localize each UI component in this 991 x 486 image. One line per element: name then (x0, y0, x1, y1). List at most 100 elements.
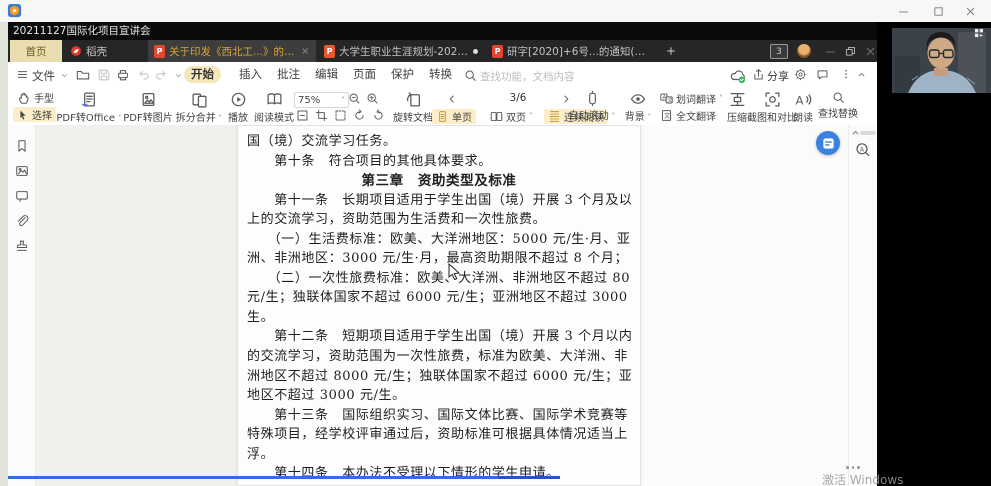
double-page-button[interactable]: 双页˅ (486, 109, 537, 124)
single-page-icon (436, 110, 449, 123)
menu-tab-insert[interactable]: 插入 (232, 66, 269, 83)
wps-restore-button[interactable] (844, 45, 857, 58)
actual-size-icon[interactable] (296, 109, 309, 122)
share-icon[interactable] (752, 68, 765, 81)
search-icon[interactable] (464, 69, 477, 82)
gear-icon[interactable] (794, 68, 807, 81)
tab-close-icon[interactable]: × (301, 46, 309, 57)
rotate-left-icon[interactable] (353, 109, 366, 122)
wps-minimize-button[interactable] (824, 45, 837, 58)
redo-icon[interactable] (152, 67, 170, 83)
comment-panel-icon[interactable] (14, 188, 29, 203)
tab-document-3[interactable]: P 研字[2020]+6号...的通知(签章).pdf (486, 40, 654, 62)
wps-close-button[interactable] (864, 45, 877, 58)
split-merge-button[interactable]: 拆分合并 ˅ (171, 91, 227, 124)
webcam-panel (877, 22, 991, 486)
wps-menubar: 文件 开始 插入 批注 编辑 页面 保护 转换 查找功能，文档内容 分享 (8, 62, 877, 89)
assistant-button[interactable] (816, 131, 840, 155)
screenshot-icon (764, 91, 781, 108)
doc-line: 上的交流学习，资助范围为生活费和一次性旅费。 (247, 208, 631, 228)
svg-text:文: 文 (667, 96, 673, 104)
auto-scroll-label: 自动滚动 (569, 111, 609, 122)
full-translate-label: 全文翻译 (676, 108, 716, 123)
full-translate-button[interactable]: 文 全文翻译 (656, 108, 720, 123)
background-button[interactable]: 背景 ˅ (620, 91, 656, 123)
feedback-icon[interactable] (816, 68, 829, 81)
player-progress-buffer (498, 476, 560, 479)
zoom-select[interactable]: 75% ˅ (294, 92, 349, 108)
file-menu-chevron-icon[interactable] (60, 71, 69, 80)
sidebar-divider (848, 125, 849, 486)
select-tool-button[interactable]: 选择 (13, 107, 56, 122)
find-replace-button[interactable]: 查找替换 (814, 91, 862, 120)
file-menu[interactable]: 文件 (32, 68, 55, 84)
play-icon (230, 91, 247, 108)
modified-dot-icon (473, 49, 478, 54)
tab-home[interactable]: 首页 (10, 40, 62, 62)
fit-page-icon[interactable] (315, 109, 328, 122)
prev-page-icon[interactable] (446, 93, 458, 105)
share-button[interactable]: 分享 (767, 68, 789, 84)
doc-line: （二）一次性旅费标准：欧美、大洋洲、非洲地区不超过 8000 (247, 267, 631, 287)
tab-document-1[interactable]: P 关于印发《西北工...》的通知.pdf × (148, 40, 316, 62)
zoom-out-icon[interactable] (348, 92, 361, 105)
pdf-to-image-button[interactable]: PDF转图片 (118, 91, 178, 124)
cloud-sync-icon[interactable] (730, 68, 746, 84)
sidebar-scroll-indicator[interactable] (860, 131, 876, 135)
double-page-icon (490, 110, 503, 123)
menu-tab-edit[interactable]: 编辑 (308, 66, 345, 83)
rotate-right-icon[interactable] (372, 109, 385, 122)
bookmark-panel-icon[interactable] (14, 138, 29, 153)
menu-tab-page[interactable]: 页面 (346, 66, 383, 83)
undo-icon[interactable] (135, 67, 153, 83)
open-file-icon[interactable] (74, 67, 92, 83)
player-maximize-button[interactable] (930, 3, 946, 19)
zoom-in-icon[interactable] (366, 92, 379, 105)
new-tab-button[interactable] (660, 40, 682, 62)
print-icon[interactable] (114, 67, 132, 83)
attachment-panel-icon[interactable] (14, 213, 29, 228)
player-progress-bar[interactable] (8, 476, 560, 479)
read-mode-button[interactable]: 阅读模式 (251, 91, 297, 124)
page-indicator[interactable]: 3/6 (498, 92, 538, 104)
player-close-button[interactable] (962, 3, 978, 19)
rotate-doc-button[interactable]: 旋转文档 (390, 91, 436, 124)
pdf-to-office-icon (81, 91, 98, 108)
select-tool-label: 选择 (32, 107, 52, 122)
player-minimize-button[interactable] (895, 3, 911, 19)
fit-width-icon[interactable] (334, 109, 347, 122)
read-aloud-button[interactable]: A 朗读 (790, 91, 816, 124)
single-page-button[interactable]: 单页 (432, 109, 476, 124)
activate-windows-watermark: 激活 Windows (822, 471, 903, 486)
pdf-to-office-button[interactable]: PDF转Office ˅ (56, 91, 122, 124)
play-button[interactable]: 播放 (223, 91, 253, 124)
find-replace-icon (832, 91, 845, 104)
thumbnail-panel-icon[interactable] (14, 163, 29, 178)
sidebar-search-icon[interactable]: A (855, 142, 871, 158)
hand-tool-button[interactable]: 手型 (13, 90, 58, 105)
more-icon[interactable] (840, 68, 852, 80)
svg-text:A: A (860, 145, 865, 153)
menu-tab-protect[interactable]: 保护 (384, 66, 421, 83)
pdf-to-image-label: PDF转图片 (123, 109, 172, 124)
search-input[interactable]: 查找功能，文档内容 (480, 69, 575, 84)
menu-tab-convert[interactable]: 转换 (422, 66, 459, 83)
menu-tab-annotate[interactable]: 批注 (270, 66, 307, 83)
user-avatar[interactable] (797, 44, 811, 58)
save-icon[interactable] (95, 67, 113, 83)
menu-tab-start[interactable]: 开始 (184, 66, 221, 83)
webcam-layout-icon[interactable] (974, 28, 984, 38)
tab-docer[interactable]: 稻壳 (64, 40, 146, 62)
more-dots-indicator[interactable] (846, 466, 860, 469)
tab-document-2[interactable]: P 大学生职业生涯规划-2021春季学期 (318, 40, 484, 62)
pdf-icon: P (154, 45, 165, 58)
collapse-ribbon-icon[interactable] (856, 69, 867, 80)
tab-list-button[interactable]: 3 (770, 44, 788, 59)
word-translate-button[interactable]: A文 划词翻译˅ (656, 91, 727, 106)
hamburger-icon[interactable] (16, 68, 29, 81)
doc-line: 地区不超过 3000 元/生。 (247, 384, 631, 404)
doc-line: 生。 (247, 306, 631, 326)
doc-line: 洲地区不超过 8000 元/生；独联体国家不超过 6000 元/生；亚洲 (247, 365, 631, 385)
auto-scroll-button[interactable]: 自动滚动 ˅ (566, 91, 618, 122)
stamp-panel-icon[interactable] (14, 238, 29, 253)
